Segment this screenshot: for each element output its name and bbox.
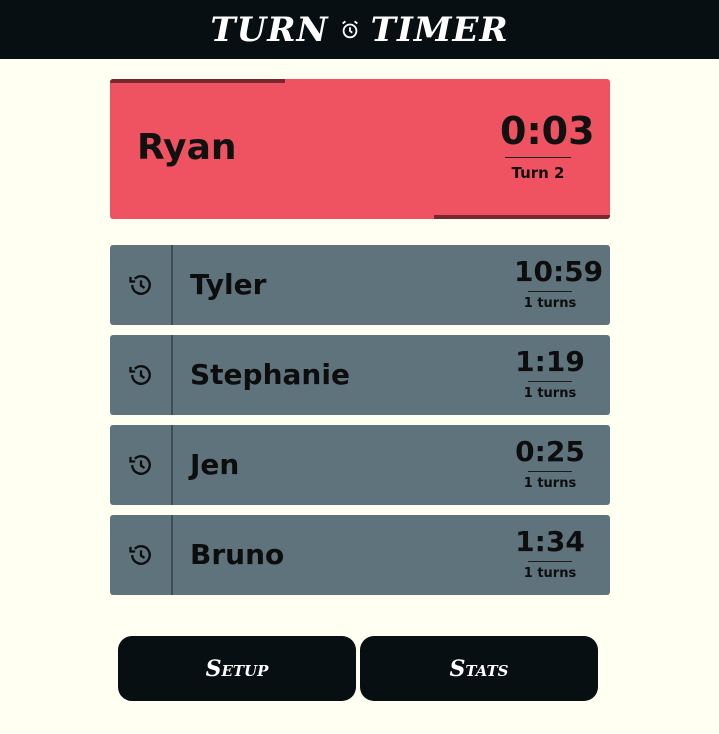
player-timer: 10:59 1 turns <box>514 255 604 311</box>
divider <box>505 157 571 158</box>
player-row[interactable]: Bruno 1:34 1 turns <box>110 515 610 595</box>
player-time: 1:34 <box>515 525 585 558</box>
player-name: Tyler <box>190 268 267 301</box>
player-row[interactable]: Jen 0:25 1 turns <box>110 425 610 505</box>
header-bar: TURN TIMER <box>0 0 719 59</box>
turn-progress-bar-bottom <box>434 215 610 219</box>
player-time: 10:59 <box>514 255 604 288</box>
active-player-timer: 0:03 Turn 2 <box>500 109 595 182</box>
player-turns: 1 turns <box>523 296 577 311</box>
history-icon-cell[interactable] <box>110 425 173 505</box>
player-timer: 0:25 1 turns <box>514 435 586 491</box>
active-player-card[interactable]: Ryan 0:03 Turn 2 <box>110 79 610 219</box>
active-player-time: 0:03 <box>500 109 595 153</box>
history-icon <box>128 545 151 565</box>
player-row[interactable]: Stephanie 1:19 1 turns <box>110 335 610 415</box>
setup-button[interactable]: Setup <box>118 636 356 701</box>
player-row[interactable]: Tyler 10:59 1 turns <box>110 245 610 325</box>
player-turns: 1 turns <box>523 566 577 581</box>
player-name: Jen <box>190 448 240 481</box>
history-icon <box>128 275 151 295</box>
history-icon-cell[interactable] <box>110 335 173 415</box>
player-time: 0:25 <box>515 435 585 468</box>
history-icon <box>128 365 151 385</box>
divider <box>528 291 572 292</box>
player-time: 1:19 <box>515 345 585 378</box>
player-list: Tyler 10:59 1 turns Stephanie 1:19 1 tur… <box>110 245 610 605</box>
player-timer: 1:34 1 turns <box>514 525 586 581</box>
divider <box>528 561 572 562</box>
player-turns: 1 turns <box>523 476 577 491</box>
stats-button[interactable]: Stats <box>360 636 598 701</box>
history-icon-cell[interactable] <box>110 515 173 595</box>
player-turns: 1 turns <box>523 386 577 401</box>
logo-text-timer: TIMER <box>370 9 509 50</box>
active-player-name: Ryan <box>137 127 237 168</box>
turn-progress-bar <box>110 79 285 83</box>
player-timer: 1:19 1 turns <box>514 345 586 401</box>
logo-text-turn: TURN <box>210 9 329 50</box>
history-icon-cell[interactable] <box>110 245 173 325</box>
divider <box>528 471 572 472</box>
divider <box>528 381 572 382</box>
alarm-clock-icon <box>341 20 358 38</box>
history-icon <box>128 455 151 475</box>
active-player-turn: Turn 2 <box>511 164 565 182</box>
player-name: Stephanie <box>190 358 350 391</box>
app-logo: TURN TIMER <box>210 10 508 50</box>
player-name: Bruno <box>190 538 285 571</box>
